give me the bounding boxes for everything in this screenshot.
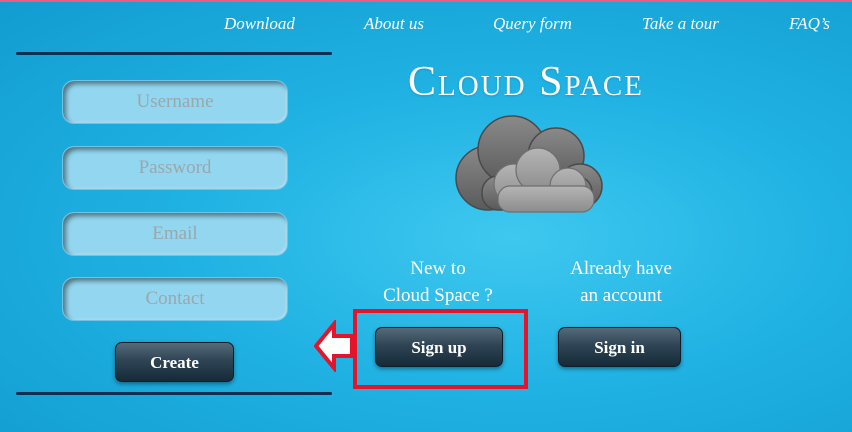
- signup-caption: New to Cloud Space ?: [358, 255, 518, 309]
- signup-button[interactable]: Sign up: [375, 327, 503, 367]
- cloud-icon: [455, 115, 603, 213]
- nav-take-a-tour[interactable]: Take a tour: [642, 14, 719, 34]
- contact-input[interactable]: [62, 277, 288, 321]
- form-top-divider: [16, 52, 332, 55]
- signin-caption-line2: an account: [580, 285, 662, 306]
- password-input[interactable]: [62, 146, 288, 190]
- top-accent-line: [0, 0, 852, 2]
- form-bottom-divider: [16, 392, 332, 395]
- signup-caption-line2: Cloud Space ?: [383, 285, 493, 306]
- nav-query-form[interactable]: Query form: [493, 14, 572, 34]
- signin-caption-line1: Already have: [570, 258, 672, 279]
- app-title: Cloud Space: [408, 59, 644, 105]
- signin-caption: Already have an account: [546, 255, 696, 309]
- username-input[interactable]: [62, 80, 288, 124]
- nav-about-us[interactable]: About us: [364, 14, 424, 34]
- create-button[interactable]: Create: [115, 342, 234, 382]
- nav-download[interactable]: Download: [224, 14, 295, 34]
- nav-faqs[interactable]: FAQ’s: [789, 14, 830, 34]
- left-arrow-icon: [314, 320, 354, 372]
- top-nav: Download About us Query form Take a tour…: [0, 14, 852, 36]
- signin-button[interactable]: Sign in: [558, 327, 681, 367]
- email-input[interactable]: [62, 212, 288, 256]
- signup-caption-line1: New to: [410, 258, 466, 279]
